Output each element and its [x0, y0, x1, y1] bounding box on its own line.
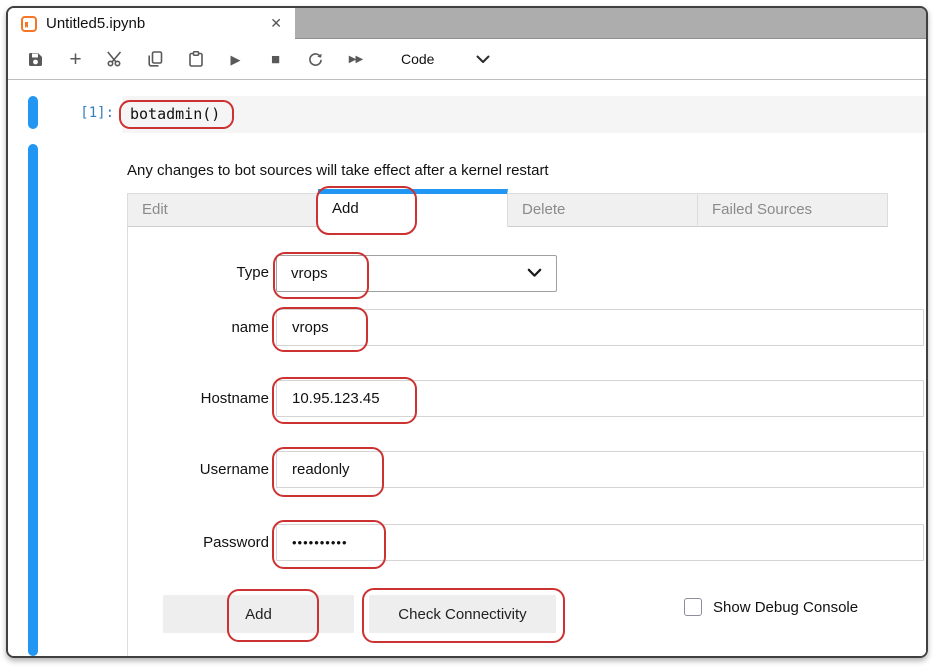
kernel-restart-message: Any changes to bot sources will take eff… — [127, 161, 926, 180]
hostname-input[interactable] — [276, 380, 924, 417]
notebook-toolbar: + ▶ ■ ▶▶ — [8, 39, 926, 80]
execution-count: [1]: — [38, 96, 114, 121]
output-cell: Any changes to bot sources will take eff… — [8, 144, 926, 658]
show-debug-console-row: Show Debug Console — [684, 598, 858, 616]
add-cell-icon[interactable]: + — [67, 52, 84, 67]
code-editor[interactable]: botadmin() — [122, 96, 926, 133]
tab-edit[interactable]: Edit — [127, 193, 318, 227]
username-input[interactable] — [276, 451, 924, 488]
paste-icon[interactable] — [187, 51, 204, 67]
cell-collapser[interactable] — [28, 96, 38, 129]
annotation-code: botadmin() — [119, 100, 234, 129]
hostname-label: Hostname — [128, 390, 269, 407]
add-button[interactable]: Add — [163, 595, 354, 633]
close-tab-icon[interactable]: ✕ — [270, 15, 282, 32]
restart-run-all-icon[interactable]: ▶▶ — [347, 51, 364, 68]
show-debug-console-checkbox[interactable] — [684, 598, 702, 616]
notebook-icon — [21, 16, 37, 32]
cut-icon[interactable] — [107, 51, 124, 67]
restart-kernel-icon[interactable] — [307, 52, 324, 67]
run-cell-icon[interactable]: ▶ — [227, 51, 244, 68]
type-dropdown-value: vrops — [291, 265, 527, 282]
output-content: Any changes to bot sources will take eff… — [127, 144, 926, 658]
output-collapser[interactable] — [28, 144, 38, 656]
document-tabbar: Untitled5.ipynb ✕ — [8, 8, 926, 39]
check-connectivity-button[interactable]: Check Connectivity — [369, 595, 556, 633]
notebook-tab-title: Untitled5.ipynb — [46, 15, 145, 32]
username-label: Username — [128, 461, 269, 478]
save-icon[interactable] — [27, 52, 44, 67]
chevron-down-icon — [527, 265, 542, 282]
tab-delete[interactable]: Delete — [508, 193, 698, 227]
notebook-tab[interactable]: Untitled5.ipynb ✕ — [8, 8, 295, 39]
tab-failed-sources[interactable]: Failed Sources — [698, 193, 888, 227]
name-label: name — [128, 319, 269, 336]
add-source-form: Type vrops name Hostname Username Passwo… — [127, 227, 926, 658]
type-dropdown[interactable]: vrops — [276, 255, 557, 292]
cell-type-dropdown[interactable]: Code — [401, 51, 490, 67]
stop-kernel-icon[interactable]: ■ — [267, 51, 284, 68]
chevron-down-icon — [476, 51, 490, 67]
password-input[interactable] — [276, 524, 924, 561]
notebook-panel: [1]: botadmin() Any changes to bot sourc… — [8, 80, 926, 656]
tab-add[interactable]: Add — [318, 189, 508, 227]
copy-icon[interactable] — [147, 51, 164, 67]
type-label: Type — [128, 264, 269, 281]
widget-tabbar: Edit Add Delete Failed Sources — [127, 189, 888, 227]
name-input[interactable] — [276, 309, 924, 346]
code-text: botadmin() — [130, 105, 220, 123]
cell-type-value: Code — [401, 51, 434, 67]
password-label: Password — [128, 534, 269, 551]
jupyterlab-window: Untitled5.ipynb ✕ + — [6, 6, 928, 658]
show-debug-console-label: Show Debug Console — [713, 599, 858, 616]
code-cell: [1]: botadmin() — [8, 96, 926, 133]
